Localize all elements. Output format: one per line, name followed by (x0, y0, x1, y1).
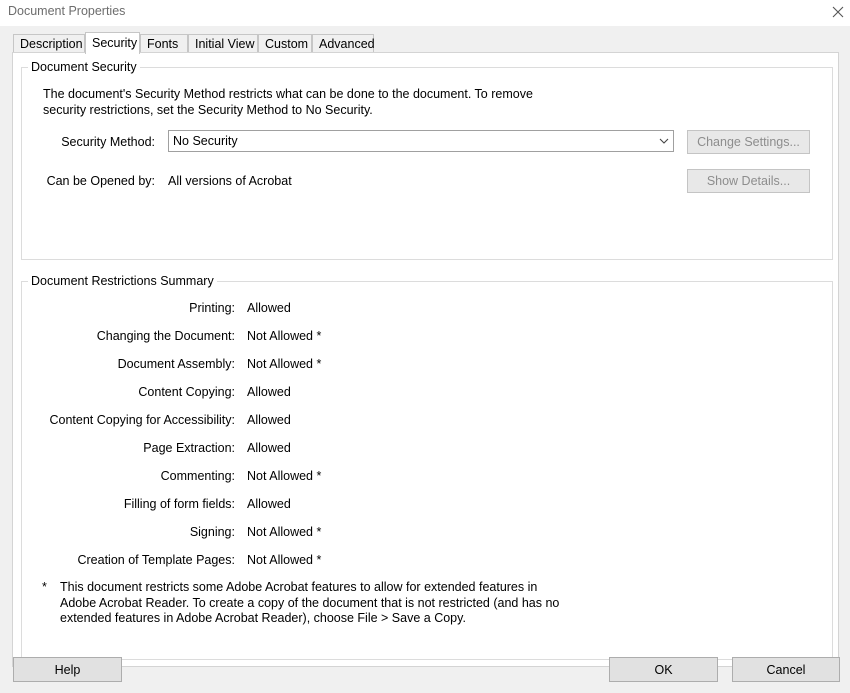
tab-custom[interactable]: Custom (258, 34, 312, 52)
restriction-value: Not Allowed * (247, 525, 322, 539)
restriction-label: Commenting: (160, 469, 235, 483)
tab-fonts[interactable]: Fonts (140, 34, 188, 52)
document-security-group-title: Document Security (28, 59, 140, 75)
footnote-line: This document restricts some Adobe Acrob… (60, 580, 538, 594)
restriction-label: Signing: (189, 525, 235, 539)
security-tab-panel: Document Security The document's Securit… (12, 52, 839, 667)
restriction-value: Allowed (247, 301, 291, 315)
chevron-down-icon[interactable] (655, 131, 673, 151)
restriction-label: Content Copying for Accessibility: (49, 413, 235, 427)
restriction-label: Creation of Template Pages: (77, 553, 235, 567)
show-details-button[interactable]: Show Details... (687, 169, 810, 193)
security-description-line: security restrictions, set the Security … (43, 102, 373, 117)
restriction-label: Content Copying: (138, 385, 235, 399)
cancel-button[interactable]: Cancel (732, 657, 840, 682)
restriction-label: Changing the Document: (96, 329, 235, 343)
tab-advanced[interactable]: Advanced (312, 34, 375, 52)
close-button[interactable] (826, 0, 850, 24)
restriction-value: Allowed (247, 441, 291, 455)
restriction-value: Allowed (247, 413, 291, 427)
restrictions-footnote: This document restricts some Adobe Acrob… (60, 580, 559, 627)
dialog-client: Description Security Fonts Initial View … (0, 26, 850, 693)
footnote-line: extended features in Adobe Acrobat Reade… (60, 611, 466, 625)
restriction-label: Page Extraction: (143, 441, 235, 455)
footnote-line: Adobe Acrobat Reader. To create a copy o… (60, 595, 560, 610)
restriction-label: Filling of form fields: (123, 497, 235, 511)
help-button[interactable]: Help (13, 657, 122, 682)
restriction-value: Not Allowed * (247, 469, 322, 483)
security-description: The document's Security Method restricts… (43, 87, 533, 118)
restrictions-summary-group: Document Restrictions Summary Printing: … (21, 273, 833, 660)
restrictions-summary-group-title: Document Restrictions Summary (28, 273, 217, 289)
ok-button[interactable]: OK (609, 657, 718, 682)
restriction-value: Allowed (247, 385, 291, 399)
restriction-label: Printing: (189, 301, 235, 315)
tab-security[interactable]: Security (85, 32, 140, 54)
window-title: Document Properties (8, 4, 126, 18)
tab-description[interactable]: Description (13, 34, 85, 52)
security-description-line: The document's Security Method restricts… (43, 87, 533, 101)
footnote-marker: * (42, 580, 47, 594)
restriction-value: Not Allowed * (247, 329, 322, 343)
title-bar: Document Properties (0, 0, 850, 26)
opened-by-label: Can be Opened by: (46, 174, 155, 188)
opened-by-value: All versions of Acrobat (168, 174, 292, 188)
security-method-select[interactable]: No Security (168, 130, 674, 152)
restriction-value: Not Allowed * (247, 553, 322, 567)
change-settings-button[interactable]: Change Settings... (687, 130, 810, 154)
security-method-value: No Security (173, 134, 238, 148)
document-security-group: Document Security The document's Securit… (21, 59, 833, 260)
restriction-label: Document Assembly: (117, 357, 235, 371)
restriction-value: Not Allowed * (247, 357, 322, 371)
close-icon (832, 6, 844, 18)
restriction-value: Allowed (247, 497, 291, 511)
security-method-label: Security Method: (61, 135, 155, 149)
tab-initial-view[interactable]: Initial View (188, 34, 258, 52)
